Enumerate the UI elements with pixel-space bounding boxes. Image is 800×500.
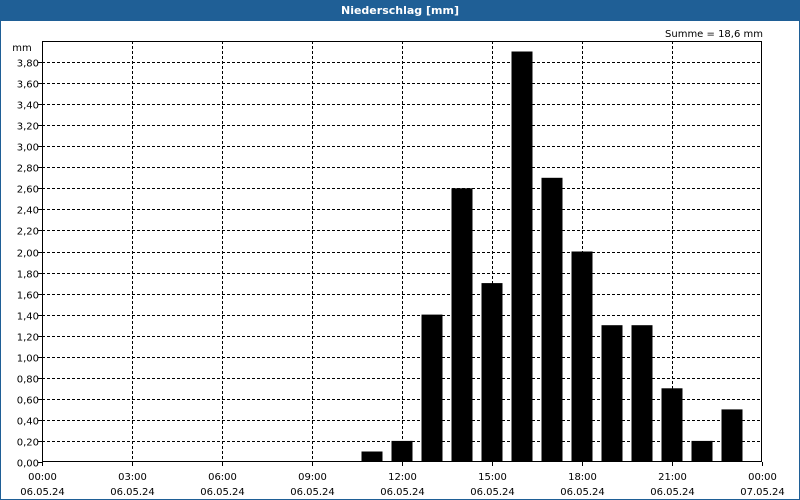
bar-1200 [391,440,413,462]
y-tick-label: 1,60 [17,291,39,302]
x-tick-time: 18:00 [568,472,597,483]
x-tick-date: 06.05.24 [650,487,695,498]
bars [361,51,743,463]
bar-2100 [661,388,683,462]
y-tick-label: 3,40 [17,101,39,112]
y-tick-label: 3,00 [17,143,39,154]
x-tick-labels: 00:00 06.05.24 03:00 06.05.24 06:00 06.05.24 0… [20,472,785,498]
grid [42,41,762,462]
y-tick-label: 0,20 [17,438,39,449]
bar-2200 [691,440,713,462]
x-tick-date: 06.05.24 [560,487,605,498]
bar-1600 [511,51,533,462]
y-tick-label: 2,40 [17,206,39,217]
sum-annotation: Summe = 18,6 mm [665,29,763,40]
y-tick-label: 0,40 [17,417,39,428]
bar-1800 [571,251,593,462]
bar-2000 [631,325,653,462]
x-tick-date: 06.05.24 [110,487,155,498]
x-tick-time: 06:00 [208,472,237,483]
axes [38,41,763,466]
x-tick-time: 00:00 [28,472,57,483]
x-tick-time: 12:00 [388,472,417,483]
x-tick-time: 03:00 [118,472,147,483]
x-tick-time: 09:00 [298,472,327,483]
y-tick-label: 3,80 [17,59,39,70]
y-tick-label: 3,60 [17,80,39,91]
y-tick-label: 0,80 [17,375,39,386]
bar-1300 [421,314,443,462]
bar-1500 [481,283,503,462]
bar-1700 [541,177,563,463]
y-axis-unit: mm [12,43,31,54]
y-tick-label: 3,20 [17,122,39,133]
y-tick-label: 2,20 [17,227,39,238]
y-tick-label: 2,80 [17,164,39,175]
y-tick-label: 2,60 [17,185,39,196]
bar-1900 [601,325,623,462]
bar-2300 [721,409,743,462]
chart-window: Niederschlag [mm] 0,00 0,20 0,40 0,60 0,80 1,… [0,0,800,500]
x-tick-date: 06.05.24 [380,487,425,498]
y-tick-label: 1,20 [17,333,39,344]
x-tick-time: 00:00 [748,472,777,483]
y-tick-label: 0,00 [17,459,39,470]
precipitation-chart: 0,00 0,20 0,40 0,60 0,80 1,00 1,20 1,40 1,60 1,80… [12,29,785,498]
x-tick-date: 07.05.24 [740,487,785,498]
y-tick-label: 1,80 [17,270,39,281]
y-tick-label: 2,00 [17,249,39,260]
x-tick-time: 21:00 [658,472,687,483]
x-tick-date: 06.05.24 [20,487,65,498]
y-tick-label: 1,00 [17,354,39,365]
bar-1100 [361,451,383,462]
y-tick-label: 0,60 [17,396,39,407]
x-tick-date: 06.05.24 [470,487,515,498]
x-tick-date: 06.05.24 [290,487,335,498]
y-tick-labels: 0,00 0,20 0,40 0,60 0,80 1,00 1,20 1,40 1,60 1,80… [17,59,39,470]
y-tick-label: 1,40 [17,312,39,323]
x-tick-time: 15:00 [478,472,507,483]
bar-1400 [451,188,473,463]
x-tick-date: 06.05.24 [200,487,245,498]
